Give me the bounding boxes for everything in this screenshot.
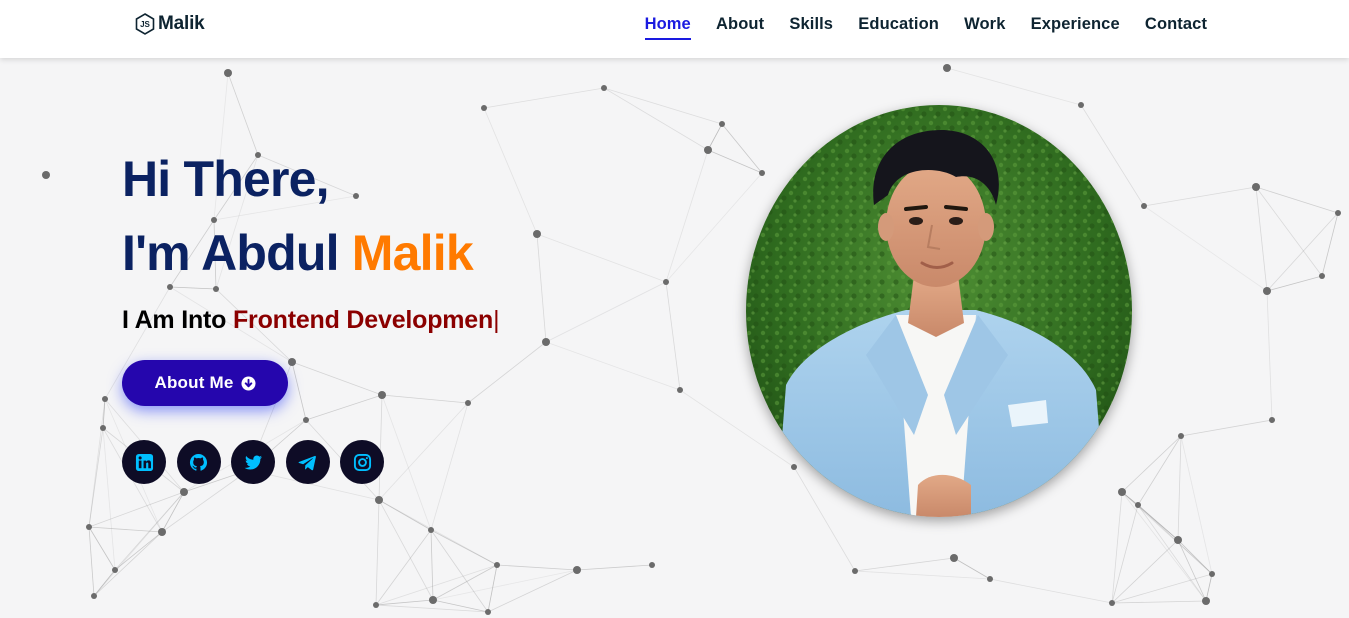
twitter-link[interactable] xyxy=(231,440,276,484)
js-logo-icon: JS xyxy=(135,13,155,35)
github-link[interactable] xyxy=(176,440,221,484)
nav-education[interactable]: Education xyxy=(846,15,952,38)
hero-intro-prefix: I'm Abdul xyxy=(122,225,340,281)
social-links xyxy=(122,440,395,484)
nav-skills-label: Skills xyxy=(789,15,834,33)
typed-text: Frontend Developmen xyxy=(232,306,494,334)
hero-section: Hi There, I'm Abdul Malik I Am Into Fron… xyxy=(0,58,1349,618)
linkedin-link[interactable] xyxy=(122,440,166,484)
nav-education-label: Education xyxy=(858,15,939,33)
about-me-label: About Me xyxy=(154,373,234,392)
github-icon xyxy=(190,453,208,471)
nav-about-label: About xyxy=(716,15,765,33)
hero-greeting: Hi There, xyxy=(122,151,330,207)
about-me-button[interactable]: About Me xyxy=(122,360,288,406)
logo-text: Malik xyxy=(158,13,205,34)
nav-experience[interactable]: Experience xyxy=(1018,15,1132,38)
navbar: JS Malik Home About Skills Education Wor… xyxy=(0,0,1349,58)
nav-contact-label: Contact xyxy=(1144,15,1208,33)
hero-intro-accent: Malik xyxy=(351,225,474,281)
profile-photo xyxy=(746,105,1132,517)
typed-prefix: I Am Into xyxy=(122,306,227,334)
telegram-link[interactable] xyxy=(285,440,330,484)
nav-home-label: Home xyxy=(644,15,691,40)
nav-work[interactable]: Work xyxy=(952,15,1019,38)
twitter-icon xyxy=(244,454,262,470)
nav-home[interactable]: Home xyxy=(632,15,703,40)
nav-skills[interactable]: Skills xyxy=(777,15,846,38)
logo-link[interactable]: JS Malik xyxy=(135,13,205,35)
profile-photo-image xyxy=(746,105,1132,517)
nav-experience-label: Experience xyxy=(1030,15,1120,33)
instagram-link[interactable] xyxy=(340,440,385,484)
nav-about[interactable]: About xyxy=(703,15,776,38)
telegram-icon xyxy=(298,455,317,470)
typed-cursor: | xyxy=(493,306,500,334)
nav-work-label: Work xyxy=(964,15,1006,33)
instagram-icon xyxy=(353,453,371,471)
arrow-circle-down-icon xyxy=(240,375,256,391)
svg-text:JS: JS xyxy=(140,20,150,29)
typed-line: I Am Into Frontend Developmen| xyxy=(122,306,500,335)
nav-contact[interactable]: Contact xyxy=(1132,15,1219,38)
hero-intro: I'm Abdul Malik xyxy=(122,224,474,282)
linkedin-icon xyxy=(135,453,153,471)
main-nav: Home About Skills Education Work Experie… xyxy=(632,15,1220,40)
